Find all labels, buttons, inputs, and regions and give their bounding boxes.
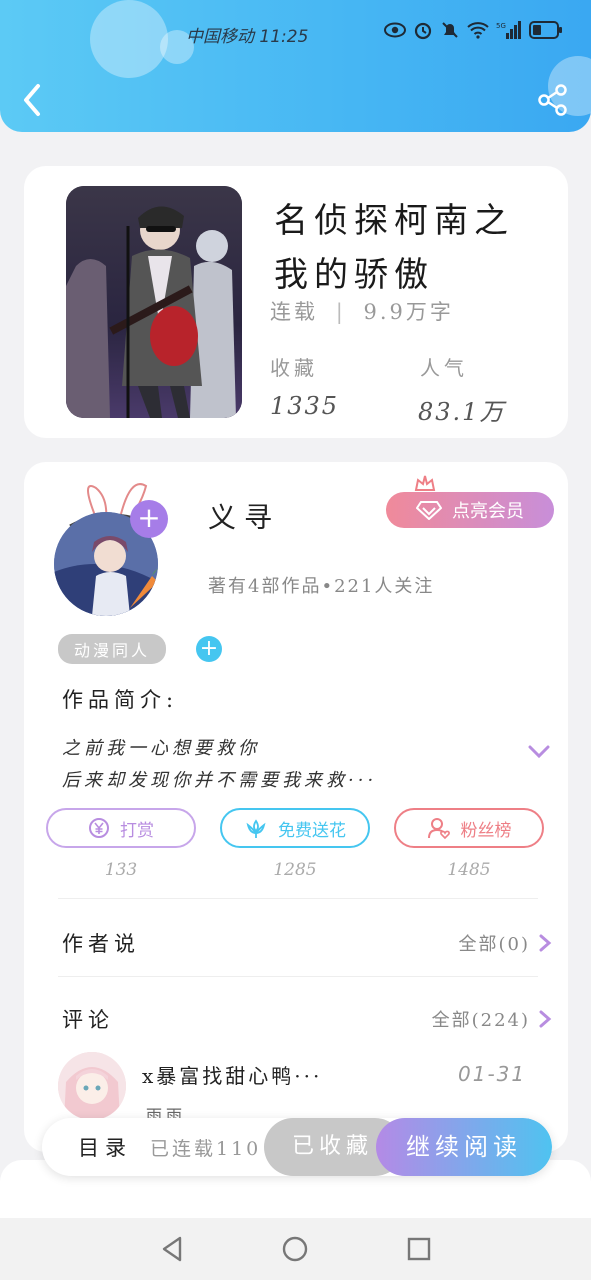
comments-all-label: 全部(224) xyxy=(431,1010,530,1031)
nav-home-icon[interactable] xyxy=(280,1234,310,1264)
svg-text:5G: 5G xyxy=(496,22,506,30)
comments-title: 评论 xyxy=(62,1008,114,1032)
popularity-label: 人气 xyxy=(420,356,468,380)
comment-text[interactable]: x暴富找甜心鸭··· xyxy=(142,1060,322,1089)
divider xyxy=(58,976,538,977)
fan-icon xyxy=(427,818,450,840)
author-card: + 义寻 点亮会员 著有4部作品•221人关注 动漫同人 + 作品简介: 之前我… xyxy=(24,462,568,1152)
share-button[interactable] xyxy=(537,84,569,116)
serialized-chapters-status[interactable]: 已连载110 xyxy=(150,1134,266,1161)
comments-all-link[interactable]: 全部(224) xyxy=(432,1006,552,1032)
diamond-icon xyxy=(416,501,442,520)
vip-button-label: 点亮会员 xyxy=(452,501,524,522)
system-nav-bar xyxy=(0,1218,591,1280)
book-title-line1: 名侦探柯南之 xyxy=(274,201,514,241)
carrier-name: 中国移动 xyxy=(186,27,254,47)
back-button[interactable] xyxy=(18,82,50,118)
tip-button[interactable]: 打赏 xyxy=(46,808,196,848)
author-description: 著有4部作品•221人关注 xyxy=(208,576,435,597)
author-says-title: 作者说 xyxy=(62,932,140,956)
book-cover-image xyxy=(66,186,242,418)
mute-icon xyxy=(442,22,458,38)
alarm-icon xyxy=(414,22,432,40)
meta-separator: | xyxy=(335,300,346,324)
yen-icon xyxy=(89,818,109,838)
commenter-avatar-image xyxy=(58,1052,126,1120)
favorites-label: 收藏 xyxy=(270,356,318,380)
vip-button[interactable]: 点亮会员 xyxy=(386,492,554,528)
send-flower-button[interactable]: 免费送花 xyxy=(220,808,370,848)
status-carrier-time: 中国移动 11:25 xyxy=(186,22,308,47)
chevron-left-icon xyxy=(24,84,40,116)
continue-reading-button[interactable]: 继续阅读 xyxy=(376,1118,552,1176)
popularity-value: 83.1万 xyxy=(418,398,506,426)
fan-rank-button-label: 粉丝榜 xyxy=(460,820,512,841)
commenter-avatar[interactable] xyxy=(58,1052,126,1120)
fan-rank-button[interactable]: 粉丝榜 xyxy=(394,808,544,848)
book-title: 名侦探柯南之 我的骄傲 xyxy=(274,194,534,302)
bottom-action-bar: 目录 已连载110 已收藏 继续阅读 xyxy=(42,1118,552,1176)
chevron-right-icon xyxy=(539,1010,552,1028)
favorites-value: 1335 xyxy=(270,392,340,420)
author-says-all-label: 全部(0) xyxy=(458,934,530,955)
signal-5g-icon: 5G xyxy=(496,21,521,39)
chevron-right-icon xyxy=(539,934,552,952)
book-cover[interactable] xyxy=(66,186,242,418)
book-title-line2: 我的骄傲 xyxy=(274,255,434,295)
intro-title: 作品简介: xyxy=(62,688,179,712)
share-icon xyxy=(538,84,567,116)
send-flower-button-label: 免费送花 xyxy=(278,820,346,841)
flower-count: 1285 xyxy=(273,860,317,880)
fan-count: 1485 xyxy=(447,860,491,880)
comment-date: 01-31 xyxy=(458,1062,527,1086)
author-says-all-link[interactable]: 全部(0) xyxy=(459,930,553,956)
wifi-icon xyxy=(467,22,489,39)
divider xyxy=(58,898,538,899)
author-name[interactable]: 义寻 xyxy=(208,496,280,536)
crown-icon xyxy=(414,475,436,491)
eye-icon xyxy=(384,22,406,38)
header: 中国移动 11:25 5G xyxy=(0,0,591,132)
tip-count: 133 xyxy=(104,860,138,880)
book-status: 连载 xyxy=(270,300,318,324)
book-info-card: 名侦探柯南之 我的骄傲 连载 | 9.9万字 收藏 人气 1335 83.1万 xyxy=(24,166,568,438)
flower-icon xyxy=(246,819,266,838)
chevron-down-icon[interactable] xyxy=(528,744,550,760)
genre-tag[interactable]: 动漫同人 xyxy=(58,634,167,664)
status-time: 11:25 xyxy=(259,27,309,47)
table-of-contents-button[interactable]: 目录 xyxy=(78,1132,132,1162)
add-tag-button[interactable]: + xyxy=(196,636,222,662)
decor-bubble xyxy=(90,0,168,78)
status-icons: 5G xyxy=(384,20,563,40)
nav-back-icon[interactable] xyxy=(158,1234,188,1264)
follow-author-button[interactable]: + xyxy=(130,500,168,538)
book-meta: 连载 | 9.9万字 xyxy=(270,296,454,326)
tip-button-label: 打赏 xyxy=(120,820,154,841)
nav-recents-icon[interactable] xyxy=(404,1234,434,1264)
book-word-count: 9.9万字 xyxy=(363,300,454,324)
battery-icon xyxy=(529,21,562,39)
intro-line1: 之前我一心想要救你 xyxy=(62,738,260,759)
intro-line2: 后来却发现你并不需要我来救··· xyxy=(62,770,378,791)
